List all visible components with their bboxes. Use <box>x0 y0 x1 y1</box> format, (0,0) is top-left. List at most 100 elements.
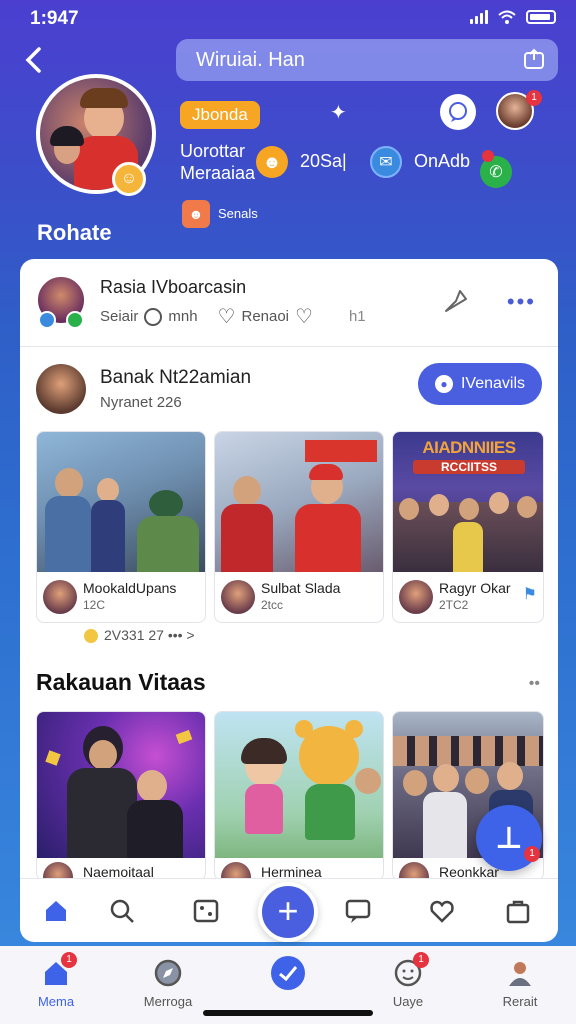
clock-icon <box>144 307 163 326</box>
send-icon[interactable] <box>442 287 470 315</box>
nav-badge: 1 <box>61 952 77 968</box>
post-time: Seiair <box>100 308 139 325</box>
home-icon[interactable] <box>42 897 70 925</box>
battery-icon <box>526 10 556 24</box>
share-icon[interactable] <box>522 47 546 71</box>
video-tile[interactable]: Naemoitaal <box>36 711 206 881</box>
poster-text-2: RCCIITSS <box>413 460 525 474</box>
post-react: Renaoi <box>241 308 290 325</box>
search-bar[interactable]: Wiruiai. Han <box>176 39 558 81</box>
create-icon: ⊥ <box>495 821 523 855</box>
stat-mid: 20Sa| <box>300 151 347 171</box>
stat-left-line-2: Meraaiaa <box>180 163 256 183</box>
avatar-badge: ☺ <box>112 162 146 196</box>
nav-item-home[interactable]: 1 Mema <box>16 952 96 1009</box>
status-bar: 1:947 <box>0 0 576 38</box>
nav-item-profile[interactable]: Rerait <box>480 958 560 1009</box>
post-avatar-badge-2 <box>66 311 84 329</box>
more-options-button[interactable]: ••• <box>507 289 536 315</box>
nav-item-check[interactable] <box>248 956 328 994</box>
tile-image: AIADNNIIES RCCIITSS <box>393 432 543 572</box>
poster-text-1: AIADNNIIES <box>422 438 516 457</box>
meta-row: 2V331 27 ••• > <box>84 627 195 644</box>
nav-label: Uaye <box>392 994 424 1009</box>
user-icon <box>505 958 535 988</box>
nav-item-explore[interactable]: Merroga <box>128 958 208 1009</box>
video-tile[interactable]: Herminea <box>214 711 384 881</box>
video-tile[interactable]: Sulbat Slada 2tcc <box>214 431 384 623</box>
signal-icon <box>470 10 488 24</box>
nav-item-face[interactable]: 1 Uaye <box>368 952 448 1009</box>
group-title: Banak Nt22amian <box>100 367 252 388</box>
tile-avatar <box>43 580 77 614</box>
video-tile[interactable]: AIADNNIIES RCCIITSS Ragyr Okar 2TC2 ⚑ <box>392 431 544 623</box>
fab-badge: 1 <box>524 846 540 862</box>
video-tile[interactable]: MookaldUpans 12C <box>36 431 206 623</box>
nav-badge: 1 <box>413 952 429 968</box>
nav-label: Merroga <box>143 994 193 1009</box>
stat-left-line-1: Uorottar <box>180 141 246 161</box>
back-button[interactable] <box>18 44 50 76</box>
tile-avatar <box>221 580 255 614</box>
post-min: mnh <box>168 308 198 325</box>
comment-icon[interactable] <box>344 897 372 925</box>
compass-icon <box>153 958 183 988</box>
phone-badge <box>482 150 494 162</box>
face-icon: 1 <box>393 952 429 988</box>
tile-sub: 2tcc <box>261 598 284 612</box>
search-icon[interactable] <box>108 897 136 925</box>
stat-right: OnAdb <box>414 151 471 171</box>
status-time: 1:947 <box>30 8 79 29</box>
home-indicator <box>203 1010 373 1016</box>
nav-label: Rerait <box>502 994 538 1009</box>
add-post-button[interactable]: + <box>258 882 318 942</box>
chat-bubble-icon[interactable] <box>440 94 476 130</box>
emoji-icon: ☻ <box>256 146 288 178</box>
tile-avatar <box>399 580 433 614</box>
stat-left: Uorottar Meraaiaa <box>180 140 255 184</box>
check-circle-icon <box>271 956 305 990</box>
tile-image <box>215 712 383 858</box>
nav-label: Mema <box>37 994 75 1009</box>
tile-sub: 2TC2 <box>439 598 469 612</box>
status-icons <box>470 10 556 24</box>
tile-image <box>37 432 205 572</box>
tile-image <box>215 432 383 572</box>
post-count: h1 <box>348 308 366 325</box>
post-avatar-badge <box>38 311 56 329</box>
heart-icon[interactable]: ♡ <box>218 304 236 329</box>
profile-name: Rohate <box>37 220 112 245</box>
chevron-left-icon <box>25 47 41 73</box>
coin-icon <box>84 629 98 644</box>
home-icon: 1 <box>41 952 77 988</box>
section-more-icon[interactable]: •• <box>529 675 540 693</box>
section-title: Rakauan Vitaas <box>36 669 206 695</box>
mini-label: Senals <box>218 206 258 221</box>
meta-row-text: 2V331 27 ••• > <box>104 627 195 643</box>
bookmark-icon[interactable]: ⚑ <box>523 584 537 604</box>
heart-outline-icon[interactable]: ♡ <box>295 304 313 329</box>
follow-button[interactable]: ● IVenavils <box>418 363 542 405</box>
group-avatar[interactable] <box>36 364 86 414</box>
follow-button-label: IVenavils <box>460 375 526 392</box>
group-subtitle: Nyranet 226 <box>100 394 182 411</box>
post-meta: Seiair mnh ♡ Renaoi ♡ h1 <box>100 304 366 329</box>
sparkle-icon: ✦ <box>330 102 347 124</box>
post-title: Rasia IVboarcasin <box>100 277 247 297</box>
tile-image <box>37 712 205 858</box>
search-icon: ● <box>434 375 453 393</box>
tag-pill[interactable]: Jbonda <box>180 101 260 129</box>
tile-title: MookaldUpans <box>83 580 177 596</box>
wifi-icon <box>498 10 516 24</box>
fire-icon: ☻ <box>182 200 210 228</box>
notification-dot: 1 <box>526 90 542 106</box>
message-icon[interactable]: ✉ <box>370 146 402 178</box>
post-header: Rasia IVboarcasin Seiair mnh ♡ Renaoi ♡ … <box>20 259 558 347</box>
tile-title: Ragyr Okar <box>439 580 511 596</box>
gallery-icon[interactable] <box>192 897 220 925</box>
tile-sub: 12C <box>83 598 106 612</box>
heart-shield-icon[interactable] <box>428 897 456 925</box>
tile-title: Sulbat Slada <box>261 580 341 596</box>
search-text: Wiruiai. Han <box>196 49 305 71</box>
bag-icon[interactable] <box>504 897 532 925</box>
